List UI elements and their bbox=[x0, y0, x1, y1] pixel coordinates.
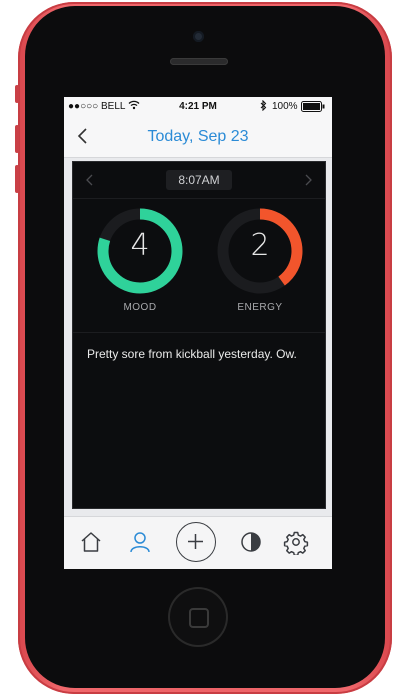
navigation-bar: Today, Sep 23 bbox=[64, 117, 332, 158]
status-bar: ●●○○○ BELL 4:21 PM 100% bbox=[64, 97, 332, 117]
tab-bar bbox=[64, 516, 332, 569]
pie-chart-icon bbox=[241, 532, 261, 552]
energy-label: ENERGY bbox=[237, 302, 283, 313]
page-title: Today, Sep 23 bbox=[147, 128, 249, 145]
battery-icon bbox=[301, 101, 325, 116]
phone-screen: ●●○○○ BELL 4:21 PM 100% Today, Sep 23 8:… bbox=[64, 97, 332, 569]
entry-card: 8:07AM 4 MOOD 2 ENERGY Pretty sore from … bbox=[72, 161, 326, 509]
entry-time[interactable]: 8:07AM bbox=[166, 170, 232, 190]
mood-gauge[interactable]: 4 MOOD bbox=[95, 206, 185, 313]
home-button[interactable] bbox=[168, 587, 228, 647]
time-selector: 8:07AM bbox=[73, 162, 325, 199]
bluetooth-icon bbox=[260, 99, 267, 115]
next-entry-button[interactable] bbox=[301, 173, 315, 187]
earpiece-speaker bbox=[170, 58, 228, 65]
chevron-left-icon bbox=[86, 174, 93, 186]
mood-value: 4 bbox=[130, 228, 150, 263]
home-square-icon bbox=[189, 608, 209, 628]
mute-switch bbox=[15, 85, 19, 103]
front-camera bbox=[193, 31, 204, 42]
tab-stats[interactable] bbox=[238, 529, 264, 555]
mood-label: MOOD bbox=[123, 302, 157, 313]
add-entry-button[interactable] bbox=[176, 522, 216, 562]
home-icon bbox=[81, 532, 101, 552]
chevron-right-icon bbox=[305, 174, 312, 186]
previous-entry-button[interactable] bbox=[83, 173, 97, 187]
battery-percent: 100% bbox=[272, 101, 298, 112]
energy-gauge[interactable]: 2 ENERGY bbox=[215, 206, 305, 313]
divider bbox=[73, 332, 325, 333]
plus-icon bbox=[188, 534, 203, 549]
entry-note[interactable]: Pretty sore from kickball yesterday. Ow. bbox=[87, 346, 311, 362]
tab-settings[interactable] bbox=[283, 529, 309, 555]
gear-icon bbox=[283, 531, 309, 555]
tab-home[interactable] bbox=[78, 529, 104, 555]
tab-profile[interactable] bbox=[127, 529, 153, 555]
energy-value: 2 bbox=[250, 228, 270, 263]
volume-up-button bbox=[15, 125, 19, 153]
person-icon bbox=[130, 532, 150, 553]
volume-down-button bbox=[15, 165, 19, 193]
